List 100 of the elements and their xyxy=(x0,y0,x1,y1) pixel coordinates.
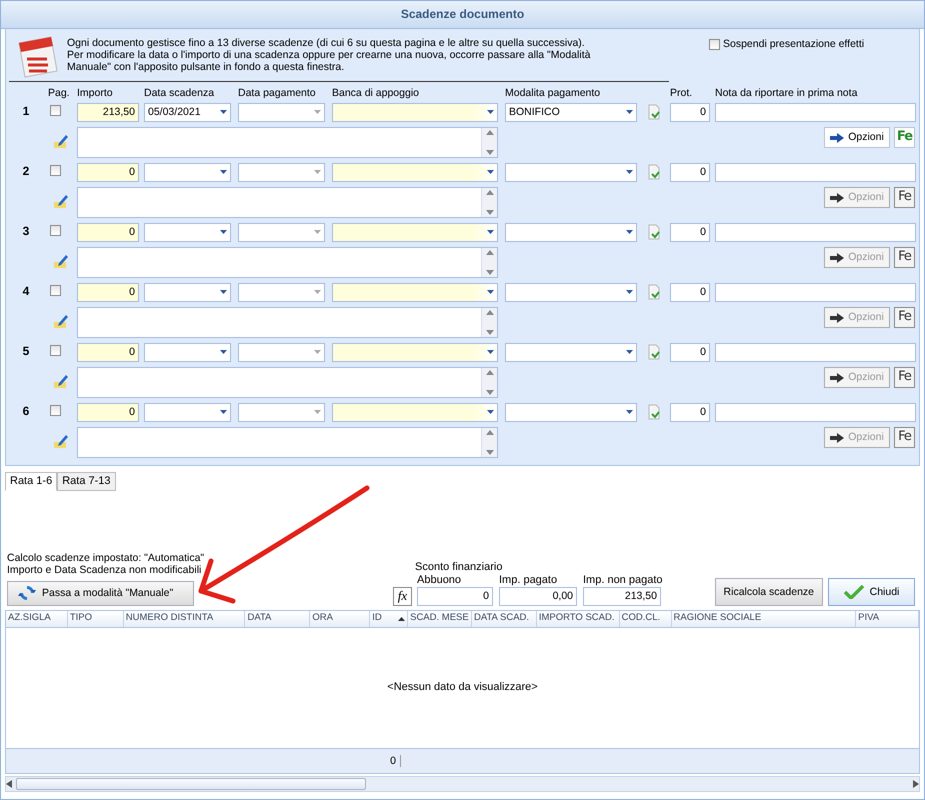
protocol-field[interactable]: 0 xyxy=(670,282,710,302)
column-header[interactable]: ID xyxy=(370,610,408,627)
paid-checkbox[interactable] xyxy=(50,224,61,236)
amount-field[interactable]: 0 xyxy=(77,282,139,302)
payment-date-dropdown[interactable] xyxy=(238,102,325,122)
payment-method-dropdown[interactable] xyxy=(505,282,637,302)
fe-button[interactable]: Fe xyxy=(894,127,915,148)
protocol-field[interactable]: 0 xyxy=(670,162,710,182)
column-header[interactable]: DATA xyxy=(245,610,310,627)
scrollbar[interactable] xyxy=(481,128,497,157)
note-field[interactable] xyxy=(715,282,916,302)
note-textarea[interactable] xyxy=(77,367,498,398)
column-header[interactable]: SCAD. MESE xyxy=(408,610,472,627)
note-edit-icon xyxy=(53,133,69,149)
caret-icon xyxy=(626,350,633,354)
due-date-dropdown[interactable] xyxy=(144,282,231,302)
recalculate-button[interactable]: Ricalcola scadenze xyxy=(714,578,823,606)
payment-method-dropdown[interactable] xyxy=(505,342,637,362)
fe-button[interactable]: Fe xyxy=(894,307,915,328)
paid-checkbox[interactable] xyxy=(50,284,61,296)
paid-checkbox[interactable] xyxy=(50,104,61,116)
checkbox[interactable] xyxy=(709,38,720,50)
amount-field[interactable]: 0,00 xyxy=(499,586,577,606)
column-header[interactable]: TIPO xyxy=(68,610,124,627)
options-button[interactable]: Opzioni xyxy=(824,127,890,148)
amount-field[interactable]: 213,50 xyxy=(77,102,139,122)
due-date-dropdown[interactable] xyxy=(144,222,231,242)
payment-method-dropdown[interactable] xyxy=(505,402,637,422)
fe-button[interactable]: Fe xyxy=(894,247,915,268)
due-date-dropdown[interactable] xyxy=(144,342,231,362)
note-textarea[interactable] xyxy=(77,307,498,338)
tab[interactable]: Rata 1-6 xyxy=(5,472,58,491)
bank-dropdown[interactable] xyxy=(332,342,498,362)
mode-button[interactable]: Passa a modalità "Manuale" xyxy=(7,580,194,606)
amount-field[interactable]: 213,50 xyxy=(583,586,661,606)
empty-message: <Nessun dato da visualizzare> xyxy=(387,681,538,694)
due-date-dropdown[interactable] xyxy=(144,402,231,422)
close-button[interactable]: Chiudi xyxy=(828,578,915,606)
scrollbar[interactable] xyxy=(481,248,497,277)
fe-button[interactable]: Fe xyxy=(894,187,915,208)
bank-dropdown[interactable] xyxy=(332,162,498,182)
note-field[interactable] xyxy=(715,402,916,422)
scrollbar[interactable] xyxy=(481,308,497,337)
protocol-field[interactable]: 0 xyxy=(670,402,710,422)
bank-dropdown[interactable] xyxy=(332,402,498,422)
amount-field[interactable]: 0 xyxy=(77,162,139,182)
note-textarea[interactable] xyxy=(77,427,498,458)
scroll-down-icon xyxy=(484,449,494,457)
fe-button[interactable]: Fe xyxy=(894,427,915,448)
protocol-field[interactable]: 0 xyxy=(670,102,710,122)
amount-field[interactable]: 0 xyxy=(417,586,493,606)
note-field[interactable] xyxy=(715,162,916,182)
payment-method-dropdown[interactable] xyxy=(505,222,637,242)
note-field[interactable] xyxy=(715,102,916,122)
due-date-dropdown[interactable] xyxy=(144,162,231,182)
column-header[interactable]: IMPORTO SCAD. xyxy=(536,610,620,627)
amount-field[interactable]: 0 xyxy=(77,222,139,242)
note-field[interactable] xyxy=(715,222,916,242)
bank-dropdown[interactable] xyxy=(332,222,498,242)
scrollbar[interactable] xyxy=(481,188,497,217)
horizontal-scrollbar[interactable] xyxy=(5,776,920,792)
payment-method-dropdown[interactable] xyxy=(505,162,637,182)
note-textarea[interactable] xyxy=(77,247,498,278)
amount-field[interactable]: 0 xyxy=(77,342,139,362)
column-header[interactable]: COD.CL. xyxy=(620,610,672,627)
payment-method-dropdown[interactable]: BONIFICO xyxy=(505,102,637,122)
formula-button[interactable]: fx xyxy=(393,586,412,606)
row-number: 2 xyxy=(22,165,30,179)
note-textarea[interactable] xyxy=(77,127,498,158)
column-header[interactable]: PIVA xyxy=(856,610,919,627)
paid-checkbox[interactable] xyxy=(50,404,61,416)
scrollbar[interactable] xyxy=(481,428,497,457)
note-field[interactable] xyxy=(715,342,916,362)
column-header[interactable]: DATA SCAD. xyxy=(472,610,537,627)
payment-date-dropdown[interactable] xyxy=(238,282,325,302)
fe-button[interactable]: Fe xyxy=(894,367,915,388)
column-header[interactable]: RAGIONE SOCIALE xyxy=(672,610,856,627)
column-header[interactable]: NUMERO DISTINTA xyxy=(124,610,246,627)
column-header[interactable]: ORA xyxy=(310,610,370,627)
payment-date-dropdown[interactable] xyxy=(238,342,325,362)
caret-icon xyxy=(626,170,633,174)
payment-date-dropdown[interactable] xyxy=(238,162,325,182)
payment-date-dropdown[interactable] xyxy=(238,402,325,422)
note-textarea[interactable] xyxy=(77,187,498,218)
bank-dropdown[interactable] xyxy=(332,282,498,302)
field-label: Imp. pagato xyxy=(499,574,558,587)
due-date-dropdown[interactable]: 05/03/2021 xyxy=(144,102,231,122)
amount-field[interactable]: 0 xyxy=(77,402,139,422)
protocol-field[interactable]: 0 xyxy=(670,222,710,242)
scrollbar[interactable] xyxy=(481,368,497,397)
bank-dropdown[interactable] xyxy=(332,102,498,122)
tab[interactable]: Rata 7-13 xyxy=(57,472,116,491)
caret-icon xyxy=(220,170,227,174)
payment-date-dropdown[interactable] xyxy=(238,222,325,242)
info-text: Ogni documento gestisce fino a 13 diverse scadenze (di cui 6 su questa pagina e le altre su quella successiva). Per modificare la data o l'importo di una scadenza oppure per crearne una nuova, occorre passare alla "Modalità Manuale" con l'apposito pulsante in fondo a questa finestra. xyxy=(67,37,592,75)
paid-checkbox[interactable] xyxy=(50,344,61,356)
column-header[interactable]: AZ.SIGLA xyxy=(6,610,68,627)
protocol-field[interactable]: 0 xyxy=(670,342,710,362)
paid-checkbox[interactable] xyxy=(50,164,61,176)
arrow-icon xyxy=(830,192,844,202)
